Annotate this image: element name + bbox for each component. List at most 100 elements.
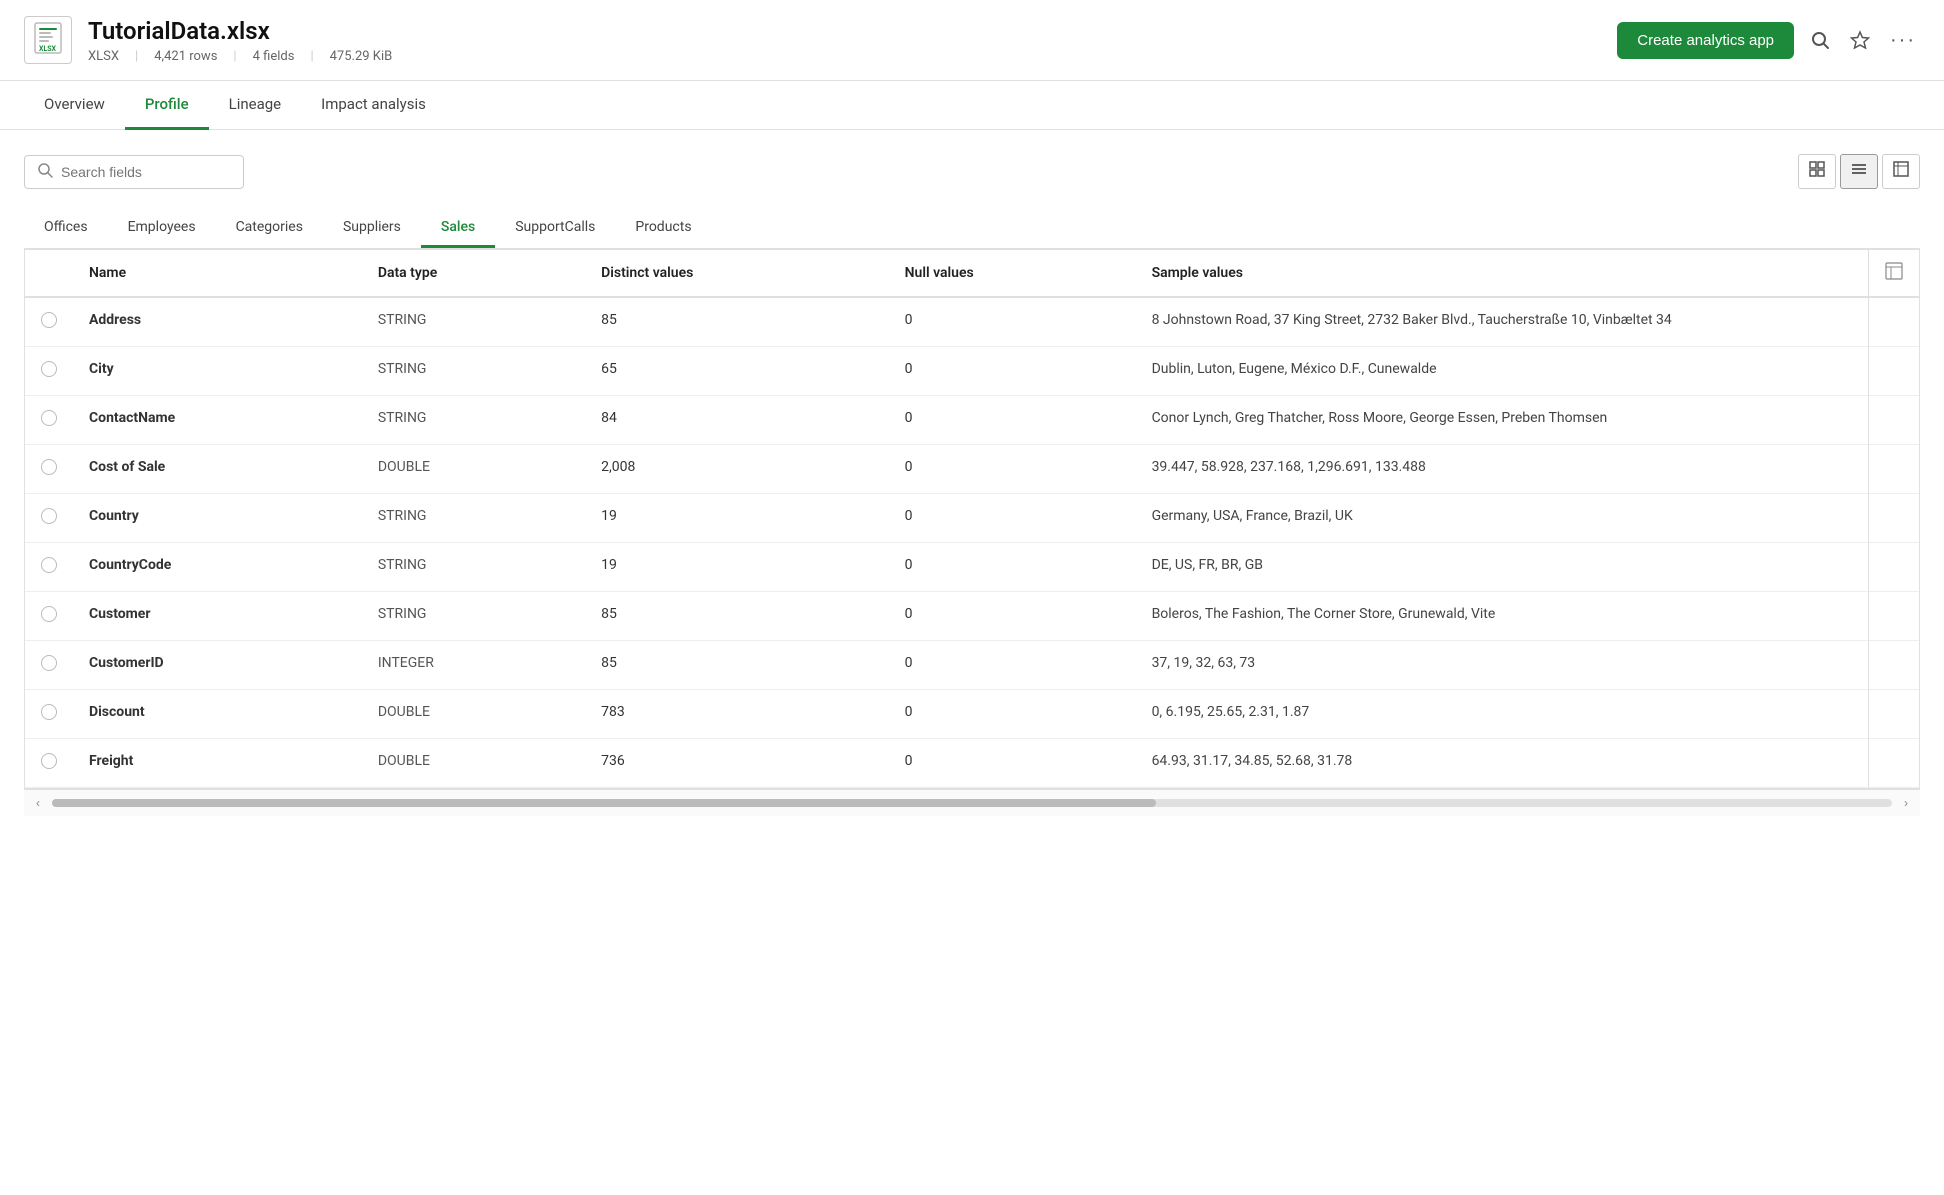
search-box[interactable] — [24, 155, 244, 189]
row-checkbox-8[interactable] — [41, 704, 57, 720]
sheet-tab-employees[interactable]: Employees — [108, 209, 216, 248]
row-expand-1 — [1869, 347, 1920, 396]
scroll-track[interactable] — [52, 799, 1892, 807]
svg-text:XLSX: XLSX — [39, 45, 57, 53]
row-select-5[interactable] — [25, 543, 73, 592]
row-expand-2 — [1869, 396, 1920, 445]
row-null-4: 0 — [889, 494, 1136, 543]
row-sample-1: Dublin, Luton, Eugene, México D.F., Cune… — [1136, 347, 1869, 396]
row-sample-7: 37, 19, 32, 63, 73 — [1136, 641, 1869, 690]
row-select-3[interactable] — [25, 445, 73, 494]
row-sample-0: 8 Johnstown Road, 37 King Street, 2732 B… — [1136, 297, 1869, 347]
scroll-right-button[interactable]: › — [1896, 794, 1916, 812]
sheet-tab-categories[interactable]: Categories — [216, 209, 323, 248]
row-data-type-1: STRING — [362, 347, 585, 396]
scroll-left-button[interactable]: ‹ — [28, 794, 48, 812]
file-info: TutorialData.xlsx XLSX | 4,421 rows | 4 … — [88, 17, 1617, 64]
row-expand-4 — [1869, 494, 1920, 543]
row-checkbox-3[interactable] — [41, 459, 57, 475]
col-name[interactable]: Name — [73, 250, 362, 297]
row-sample-4: Germany, USA, France, Brazil, UK — [1136, 494, 1869, 543]
row-checkbox-5[interactable] — [41, 557, 57, 573]
tab-profile[interactable]: Profile — [125, 81, 209, 130]
row-null-9: 0 — [889, 739, 1136, 788]
search-input[interactable] — [61, 164, 231, 180]
row-null-0: 0 — [889, 297, 1136, 347]
row-select-6[interactable] — [25, 592, 73, 641]
separator3: | — [310, 49, 313, 64]
separator2: | — [233, 49, 236, 64]
row-select-8[interactable] — [25, 690, 73, 739]
file-fields: 4 fields — [253, 49, 295, 64]
content-area: Offices Employees Categories Suppliers S… — [0, 130, 1944, 840]
table-row: Customer STRING 85 0 Boleros, The Fashio… — [25, 592, 1919, 641]
nav-tabs: Overview Profile Lineage Impact analysis — [0, 81, 1944, 130]
col-data-type[interactable]: Data type — [362, 250, 585, 297]
horizontal-scrollbar[interactable]: ‹ › — [24, 789, 1920, 816]
star-button[interactable] — [1846, 26, 1874, 54]
row-select-4[interactable] — [25, 494, 73, 543]
row-checkbox-2[interactable] — [41, 410, 57, 426]
row-distinct-4: 19 — [585, 494, 888, 543]
row-name-2: ContactName — [73, 396, 362, 445]
row-select-1[interactable] — [25, 347, 73, 396]
row-name-8: Discount — [73, 690, 362, 739]
row-sample-6: Boleros, The Fashion, The Corner Store, … — [1136, 592, 1869, 641]
row-name-9: Freight — [73, 739, 362, 788]
list-icon — [1851, 161, 1867, 177]
tab-lineage[interactable]: Lineage — [209, 81, 302, 130]
tab-overview[interactable]: Overview — [24, 81, 125, 130]
row-select-2[interactable] — [25, 396, 73, 445]
app-header: XLSX TutorialData.xlsx XLSX | 4,421 rows… — [0, 0, 1944, 81]
row-expand-8 — [1869, 690, 1920, 739]
row-null-1: 0 — [889, 347, 1136, 396]
sheet-tab-sales[interactable]: Sales — [421, 209, 495, 248]
row-select-0[interactable] — [25, 297, 73, 347]
search-icon — [37, 162, 53, 182]
col-null-values[interactable]: Null values — [889, 250, 1136, 297]
more-options-button[interactable]: ··· — [1886, 25, 1920, 56]
row-select-9[interactable] — [25, 739, 73, 788]
row-sample-2: Conor Lynch, Greg Thatcher, Ross Moore, … — [1136, 396, 1869, 445]
row-data-type-9: DOUBLE — [362, 739, 585, 788]
col-sample-values[interactable]: Sample values — [1136, 250, 1869, 297]
row-null-6: 0 — [889, 592, 1136, 641]
table-row: Address STRING 85 0 8 Johnstown Road, 37… — [25, 297, 1919, 347]
sheet-tab-offices[interactable]: Offices — [24, 209, 108, 248]
sheet-tab-suppliers[interactable]: Suppliers — [323, 209, 421, 248]
search-button[interactable] — [1806, 26, 1834, 54]
file-meta: XLSX | 4,421 rows | 4 fields | 475.29 Ki… — [88, 49, 1617, 64]
table-row: Freight DOUBLE 736 0 64.93, 31.17, 34.85… — [25, 739, 1919, 788]
row-expand-7 — [1869, 641, 1920, 690]
row-checkbox-7[interactable] — [41, 655, 57, 671]
expand-icon — [1885, 262, 1903, 280]
row-checkbox-0[interactable] — [41, 312, 57, 328]
sheet-tab-supportcalls[interactable]: SupportCalls — [495, 209, 615, 248]
grid-icon — [1809, 161, 1825, 177]
row-data-type-0: STRING — [362, 297, 585, 347]
row-distinct-3: 2,008 — [585, 445, 888, 494]
row-expand-6 — [1869, 592, 1920, 641]
sheet-tabs: Offices Employees Categories Suppliers S… — [24, 209, 1920, 249]
row-checkbox-9[interactable] — [41, 753, 57, 769]
table-row: Cost of Sale DOUBLE 2,008 0 39.447, 58.9… — [25, 445, 1919, 494]
row-checkbox-1[interactable] — [41, 361, 57, 377]
row-name-3: Cost of Sale — [73, 445, 362, 494]
row-checkbox-4[interactable] — [41, 508, 57, 524]
sheet-tab-products[interactable]: Products — [615, 209, 711, 248]
detail-view-button[interactable] — [1882, 154, 1920, 189]
row-null-2: 0 — [889, 396, 1136, 445]
row-distinct-2: 84 — [585, 396, 888, 445]
col-distinct-values[interactable]: Distinct values — [585, 250, 888, 297]
grid-view-button[interactable] — [1798, 154, 1836, 189]
row-data-type-2: STRING — [362, 396, 585, 445]
row-checkbox-6[interactable] — [41, 606, 57, 622]
list-view-button[interactable] — [1840, 154, 1878, 189]
tab-impact-analysis[interactable]: Impact analysis — [301, 81, 446, 130]
create-analytics-app-button[interactable]: Create analytics app — [1617, 22, 1794, 59]
row-select-7[interactable] — [25, 641, 73, 690]
row-null-7: 0 — [889, 641, 1136, 690]
row-distinct-6: 85 — [585, 592, 888, 641]
table-row: ContactName STRING 84 0 Conor Lynch, Gre… — [25, 396, 1919, 445]
table-row: Discount DOUBLE 783 0 0, 6.195, 25.65, 2… — [25, 690, 1919, 739]
